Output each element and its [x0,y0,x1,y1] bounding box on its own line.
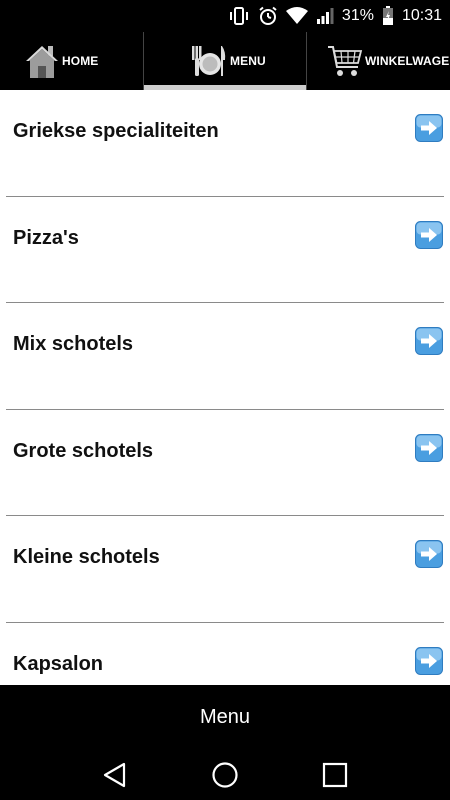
list-item[interactable]: Kapsalon [6,623,444,686]
arrow-right-icon [415,327,443,355]
list-item[interactable]: Griekse specialiteiten [6,90,444,197]
plate-cutlery-icon [190,42,228,80]
back-icon[interactable] [101,761,129,789]
arrow-right-icon [415,220,443,249]
category-label: Pizza's [13,226,79,249]
status-bar: 31% 10:31 [0,0,450,32]
tab-menu[interactable]: MENU [143,32,307,90]
category-label: Grote schotels [13,439,154,462]
battery-percent: 31% [341,7,374,24]
tab-winkelwagen-label: WINKELWAGEN [365,54,450,68]
list-item[interactable]: Kleine schotels [6,516,444,623]
page-title: Menu [199,705,251,728]
clock-time: 10:31 [401,7,442,24]
category-label: Kapsalon [13,652,104,675]
arrow-right-icon [415,540,443,568]
category-label: Mix schotels [13,333,134,355]
bottom-title-bar: Menu [0,685,450,749]
tab-menu-label: MENU [230,54,266,68]
arrow-right-icon [415,433,443,462]
category-label: Griekse specialiteiten [13,120,219,142]
wifi-icon [285,7,308,25]
cart-icon [327,43,363,79]
house-icon [24,42,60,80]
list-item[interactable]: Grote schotels [6,410,444,516]
tab-winkelwagen[interactable]: WINKELWAGEN [307,32,450,90]
system-nav-bar [0,749,450,800]
list-item[interactable]: Mix schotels [6,303,444,410]
tab-home-label: HOME [62,54,99,68]
list-item[interactable]: Pizza's [6,197,444,303]
signal-icon [316,7,334,25]
arrow-right-icon [415,114,443,142]
category-label: Kleine schotels [13,546,160,568]
home-circle-icon[interactable] [211,761,239,789]
top-nav: HOME MENU WINKELWAGEN [0,32,450,90]
category-list: Griekse specialiteiten Pizza's Mix schot… [0,90,450,685]
arrow-right-icon [415,646,443,675]
recents-square-icon[interactable] [321,761,349,789]
vibrate-icon [228,6,250,26]
battery-icon [382,6,394,26]
alarm-icon [258,6,278,26]
tab-home[interactable]: HOME [0,32,143,90]
